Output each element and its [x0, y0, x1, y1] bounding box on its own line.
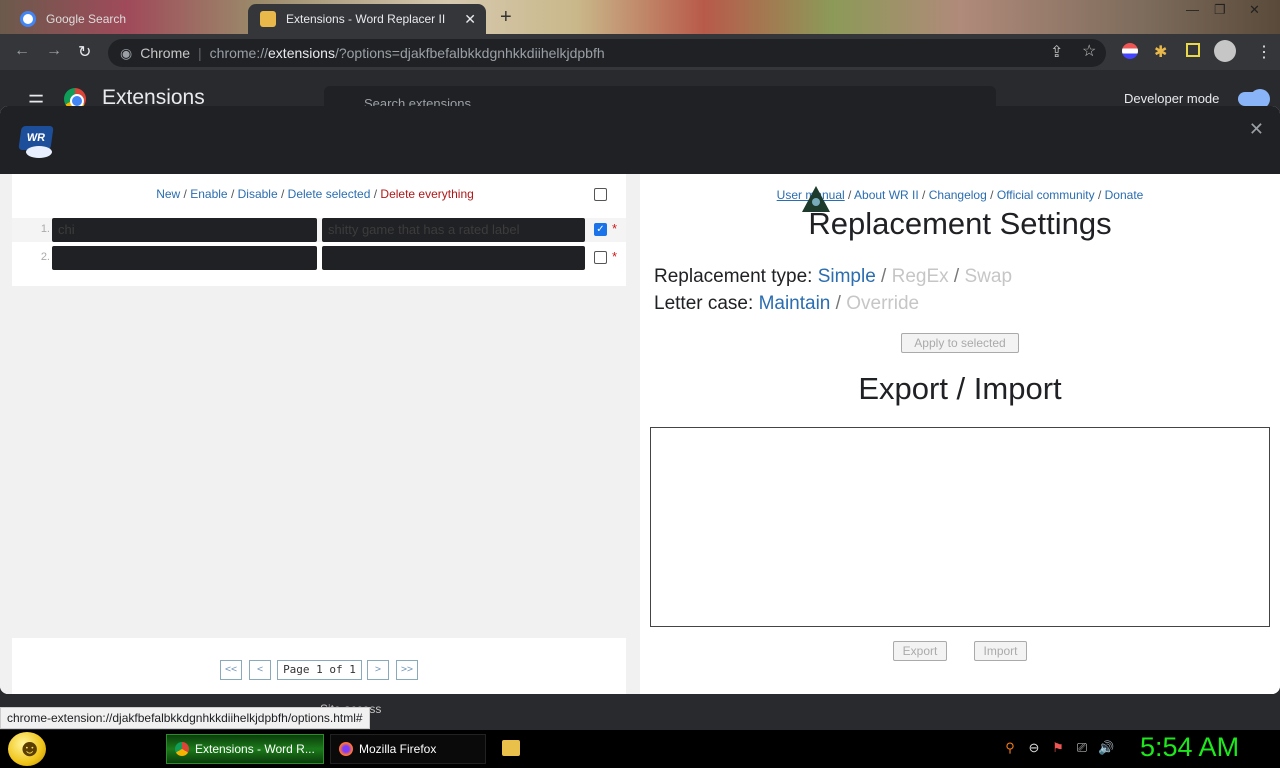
import-button[interactable]: Import [974, 641, 1027, 661]
tab-title: Extensions - Word Replacer II [286, 12, 446, 26]
search-tray-icon[interactable]: ⚲ [1002, 740, 1018, 756]
close-window-button[interactable]: ✕ [1249, 2, 1260, 18]
new-tab-button[interactable]: + [500, 6, 512, 29]
enable-link[interactable]: Enable [190, 187, 227, 201]
export-button[interactable]: Export [893, 641, 947, 661]
rule-row: 2. * [12, 246, 626, 270]
top-links: User manual / About WR II / Changelog / … [776, 188, 1144, 202]
disable-link[interactable]: Disable [238, 187, 278, 201]
maximize-button[interactable]: ❐ [1214, 2, 1226, 18]
row-number: 2. [40, 251, 50, 263]
case-override-option[interactable]: Override [846, 293, 919, 314]
replacement-settings-heading: Replacement Settings [808, 206, 1112, 241]
status-bar-url: chrome-extension://djakfbefalbkkdgnhkkdi… [0, 707, 370, 729]
new-rule-link[interactable]: New [156, 187, 180, 201]
dialog-close-icon[interactable]: ✕ [1249, 119, 1264, 140]
taskbar-item-chrome[interactable]: Extensions - Word R... [166, 734, 324, 764]
puzzle-icon [260, 11, 276, 27]
apply-to-selected-button[interactable]: Apply to selected [901, 333, 1019, 353]
divider: | [198, 45, 202, 61]
folder-icon[interactable] [502, 740, 520, 756]
find-field[interactable]: chi [52, 218, 317, 242]
word-replacer-logo-icon: WR [18, 126, 54, 160]
menu-kebab-icon[interactable]: ⋮ [1256, 42, 1272, 62]
export-import-heading: Export / Import [858, 371, 1062, 406]
tab-close-icon[interactable]: ✕ [464, 11, 476, 28]
bookmark-star-icon[interactable]: ☆ [1082, 41, 1096, 61]
dialog-header: WR ✕ [0, 106, 1280, 174]
start-smiley-icon[interactable] [8, 732, 46, 766]
required-star: * [612, 249, 618, 264]
status-tray-icon[interactable]: ⊖ [1026, 740, 1042, 756]
case-maintain-option[interactable]: Maintain [759, 293, 831, 314]
pagination: << < Page 1 of 1 > >> [12, 638, 626, 694]
row-number: 1. [40, 223, 50, 235]
community-link[interactable]: Official community [997, 188, 1095, 202]
firefox-icon [339, 742, 353, 756]
developer-mode-toggle[interactable] [1238, 89, 1270, 109]
donate-link[interactable]: Donate [1105, 188, 1144, 202]
developer-mode-label: Developer mode [1124, 91, 1220, 106]
type-simple-option[interactable]: Simple [818, 266, 876, 287]
page-indicator: Page 1 of 1 [277, 660, 362, 680]
type-regex-option[interactable]: RegEx [892, 266, 949, 287]
forward-icon[interactable]: → [46, 42, 62, 60]
next-page-button[interactable]: > [367, 660, 389, 680]
replacement-type-label: Replacement type: [654, 266, 813, 287]
taskbar-item-firefox[interactable]: Mozilla Firefox [330, 734, 486, 764]
minimize-button[interactable]: — [1186, 2, 1199, 17]
site-info-icon[interactable]: ◉ [120, 45, 132, 62]
network-tray-icon[interactable]: ⎚ [1074, 740, 1090, 756]
row-checkbox[interactable]: ✓ [594, 223, 607, 236]
delete-everything-link[interactable]: Delete everything [380, 187, 473, 201]
row-checkbox[interactable] [594, 251, 607, 264]
google-icon [20, 11, 36, 27]
about-link[interactable]: About WR II [854, 188, 919, 202]
profile-avatar[interactable] [1214, 40, 1236, 62]
task-label: Extensions - Word R... [195, 742, 315, 756]
type-swap-option[interactable]: Swap [965, 266, 1013, 287]
tab-strip: Google Search Extensions - Word Replacer… [0, 0, 1280, 34]
flag-tray-icon[interactable]: ⚑ [1050, 740, 1066, 756]
rule-row: 1. chi shitty game that has a rated labe… [12, 218, 626, 242]
last-page-button[interactable]: >> [396, 660, 418, 680]
rules-pane: New / Enable / Disable / Delete selected… [0, 174, 640, 694]
tab-title: Google Search [46, 12, 127, 26]
clock: 5:54 AM [1140, 732, 1240, 762]
tab-extensions[interactable]: Extensions - Word Replacer II ✕ [248, 4, 486, 34]
url-text[interactable]: chrome://extensions/?options=djakfbefalb… [210, 45, 605, 61]
extension-options-dialog: WR ✕ New / Enable / Disable / Delete sel… [0, 106, 1280, 694]
volume-tray-icon[interactable]: 🔊 [1098, 740, 1114, 756]
address-bar[interactable]: ◉ Chrome | chrome://extensions/?options=… [108, 39, 1106, 67]
find-field[interactable] [52, 246, 317, 270]
prev-page-button[interactable]: < [249, 660, 271, 680]
task-label: Mozilla Firefox [359, 742, 437, 756]
select-all-checkbox[interactable] [594, 188, 607, 201]
settings-pane: User manual / About WR II / Changelog / … [640, 174, 1280, 694]
export-import-textarea[interactable] [650, 427, 1270, 627]
letter-case-setting: Letter case: Maintain / Override [654, 293, 920, 314]
taskbar: Extensions - Word R... Mozilla Firefox ⚲… [0, 730, 1280, 768]
replace-field[interactable] [322, 246, 585, 270]
side-panel-icon[interactable] [1186, 43, 1200, 57]
share-icon[interactable]: ⇪ [1050, 42, 1063, 62]
first-page-button[interactable]: << [220, 660, 242, 680]
extensions-puzzle-icon[interactable]: ✱ [1154, 42, 1167, 62]
extension-flag-icon[interactable] [1122, 43, 1138, 59]
reload-icon[interactable]: ↻ [78, 42, 91, 62]
site-label: Chrome [140, 45, 191, 61]
changelog-link[interactable]: Changelog [929, 188, 987, 202]
back-icon[interactable]: ← [14, 42, 30, 60]
chrome-icon [175, 742, 189, 756]
browser-toolbar: ← → ↻ ◉ Chrome | chrome://extensions/?op… [0, 34, 1280, 70]
required-star: * [612, 221, 618, 236]
letter-case-label: Letter case: [654, 293, 754, 314]
rule-actions: New / Enable / Disable / Delete selected… [156, 187, 474, 201]
replacement-type-setting: Replacement type: Simple / RegEx / Swap [654, 266, 1013, 287]
mouse-cursor-icon [802, 186, 830, 212]
delete-selected-link[interactable]: Delete selected [288, 187, 371, 201]
replace-field[interactable]: shitty game that has a rated label [322, 218, 585, 242]
tab-google-search[interactable]: Google Search [8, 4, 248, 34]
